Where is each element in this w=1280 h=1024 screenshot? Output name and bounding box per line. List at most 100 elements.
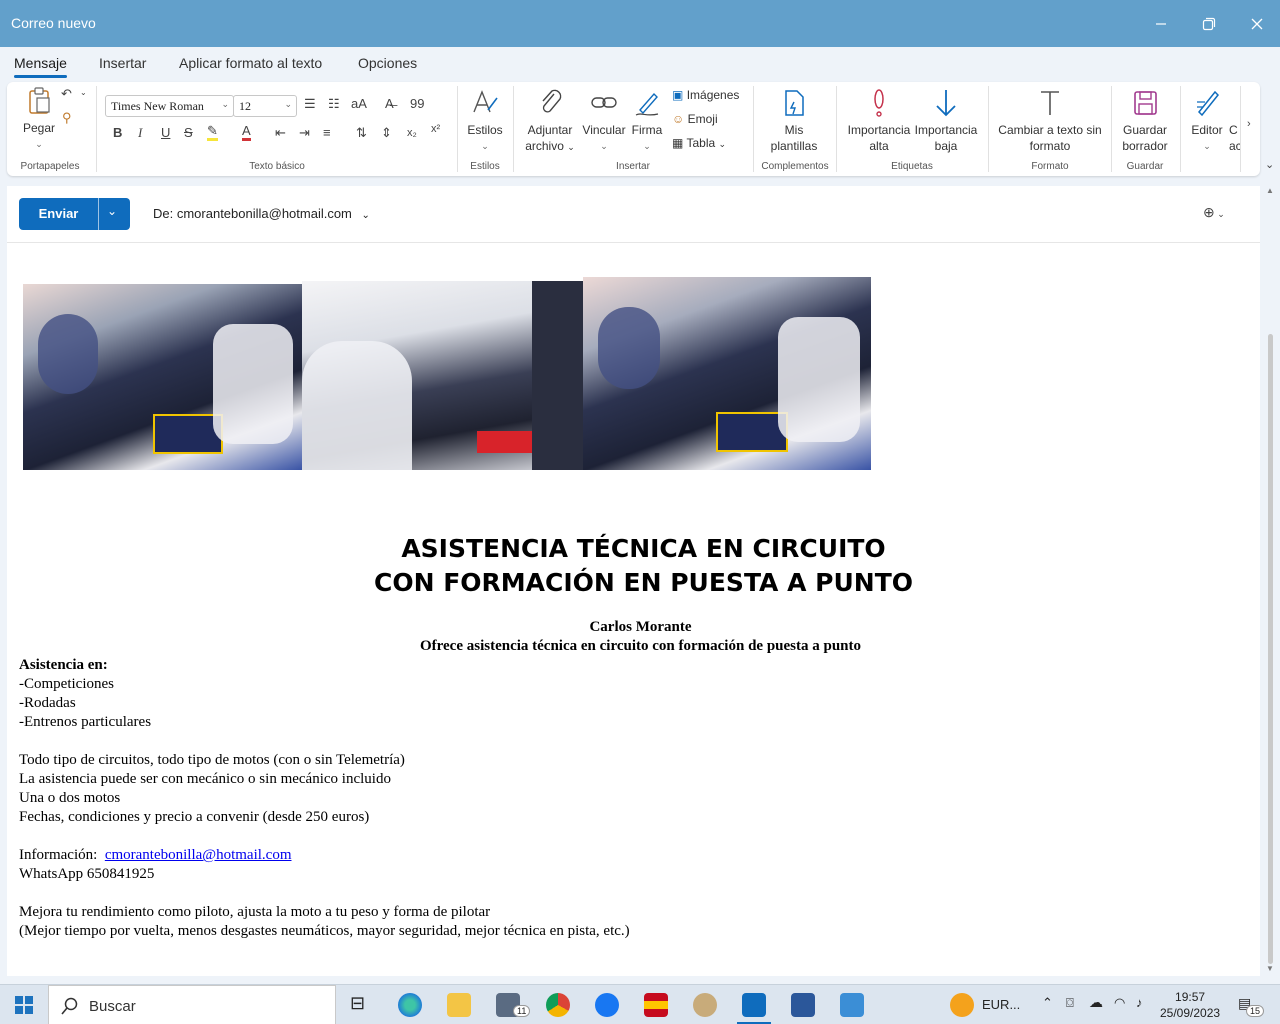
minimize-button[interactable] [1146, 10, 1176, 38]
bullets-icon[interactable]: ☰ [304, 96, 316, 112]
undo-dropdown-icon[interactable]: ⌄ [80, 88, 87, 97]
format-painter-icon[interactable]: ⚲ [62, 110, 72, 126]
separator [988, 86, 989, 172]
paragraph-spacing-icon[interactable]: ⇕ [381, 125, 392, 141]
attach-file-button[interactable]: Adjuntar archivo ⌄ [520, 88, 580, 155]
emoji-button[interactable]: ☺ Emoji [672, 112, 718, 126]
tab-insertar[interactable]: Insertar [99, 55, 146, 71]
editor-pen-icon [1197, 90, 1220, 117]
paperclip-icon [542, 89, 562, 113]
separator [753, 86, 754, 172]
edge-icon[interactable] [398, 993, 422, 1017]
italic-icon[interactable]: I [138, 125, 142, 141]
images-button[interactable]: ▣ Imágenes [672, 88, 739, 102]
outdent-icon[interactable]: ⇤ [275, 125, 286, 141]
styles-button[interactable]: Estilos ⌄ [464, 88, 506, 154]
clock-date: 25/09/2023 [1160, 1006, 1221, 1020]
cloud-icon[interactable]: ☁ [1089, 994, 1103, 1011]
mechanic-figure [532, 281, 583, 470]
restore-button[interactable] [1194, 10, 1224, 38]
high-importance-button[interactable]: Importancia alta [845, 88, 913, 154]
list-item: -Rodadas [19, 695, 76, 711]
chevron-right-icon[interactable]: › [1247, 118, 1251, 130]
spain-flag-icon[interactable] [644, 993, 668, 1017]
tab-opciones[interactable]: Opciones [358, 55, 417, 71]
table-icon: ▦ [672, 136, 684, 150]
taskbar-search[interactable]: Buscar [48, 985, 336, 1024]
facebook-icon[interactable] [595, 993, 619, 1017]
font-size-select[interactable]: 12 ⌄ [233, 95, 297, 117]
mechanic-figure [778, 317, 860, 442]
plain-text-button[interactable]: Cambiar a texto sin formato [995, 88, 1105, 154]
paste-button[interactable]: Pegar ⌄ [15, 86, 63, 152]
subscript-icon[interactable]: x₂ [407, 127, 417, 139]
line-spacing-icon[interactable]: ⇅ [356, 125, 367, 141]
outlook-icon[interactable] [742, 993, 766, 1017]
volume-icon[interactable]: ♪ [1136, 995, 1143, 1010]
image-icon: ▣ [672, 88, 684, 102]
align-icon[interactable]: ≡ [323, 125, 331, 140]
link-button[interactable]: Vincular ⌄ [580, 88, 628, 154]
close-button[interactable] [1242, 10, 1272, 38]
group-portapapeles: Portapapeles [20, 161, 80, 172]
save-draft-button[interactable]: Guardar borrador [1115, 88, 1175, 154]
weather-icon[interactable] [950, 993, 974, 1017]
templates-button[interactable]: Mis plantillas [759, 88, 829, 154]
chevron-down-icon: ⌄ [643, 141, 651, 151]
headline-line-2: CON FORMACIÓN EN PUESTA A PUNTO [373, 568, 914, 597]
file-explorer-icon[interactable] [447, 993, 471, 1017]
scroll-down-icon[interactable]: ▼ [1266, 964, 1274, 973]
zoom-icon[interactable]: ⊕ ⌄ [1203, 204, 1225, 221]
from-field[interactable]: De: cmorantebonilla@hotmail.com ⌄ [153, 206, 370, 221]
font-name-select[interactable]: Times New Roman ⌄ [105, 95, 234, 117]
ribbon-expand-chevron-icon[interactable]: ⌄ [1265, 158, 1274, 171]
separator [836, 86, 837, 172]
tab-mensaje[interactable]: Mensaje [14, 55, 67, 78]
font-color-icon[interactable]: A [242, 124, 251, 141]
send-options-chevron-icon[interactable]: ⌄ [107, 204, 117, 218]
quote-icon[interactable]: 99 [410, 96, 424, 111]
signature-button[interactable]: Firma ⌄ [627, 88, 667, 154]
bold-icon[interactable]: B [113, 125, 122, 140]
low-importance-button[interactable]: Importancia baja [912, 88, 980, 154]
table-button[interactable]: ▦ Tabla ⌄ [672, 136, 726, 150]
numbering-icon[interactable]: ☷ [328, 96, 340, 112]
mechanic-figure [302, 341, 412, 470]
scroll-up-icon[interactable]: ▲ [1266, 186, 1274, 195]
link-icon [591, 97, 617, 108]
task-view-icon[interactable]: ⊟ [350, 993, 374, 1017]
from-label: De: cmorantebonilla@hotmail.com [153, 206, 352, 221]
exclamation-icon [874, 89, 884, 117]
email-link[interactable]: cmorantebonilla@hotmail.com [105, 847, 292, 863]
chevron-up-icon[interactable]: ⌃ [1042, 995, 1053, 1011]
underline-icon[interactable]: U [161, 125, 170, 140]
windows-start-icon[interactable] [15, 996, 33, 1014]
photos-icon[interactable] [840, 993, 864, 1017]
chevron-down-icon: ⌄ [221, 99, 229, 109]
window-title: Correo nuevo [11, 15, 96, 31]
clock[interactable]: 19:57 25/09/2023 [1160, 989, 1220, 1021]
send-button[interactable]: Enviar ⌄ [19, 198, 130, 230]
superscript-icon[interactable]: x² [431, 123, 440, 135]
weather-label[interactable]: EUR... [982, 997, 1020, 1012]
device-icon[interactable]: ⌼ [1066, 995, 1074, 1011]
vertical-scrollbar[interactable]: ▲ ▼ [1265, 186, 1275, 976]
undo-icon[interactable]: ↶ [61, 86, 72, 102]
word-icon[interactable] [791, 993, 815, 1017]
highlight-icon[interactable]: ✎ [207, 124, 218, 141]
group-formato: Formato [1031, 161, 1069, 172]
tab-aplicar-formato[interactable]: Aplicar formato al texto [179, 55, 322, 71]
strikethrough-icon[interactable]: S [184, 125, 193, 140]
paint-icon[interactable] [693, 993, 717, 1017]
font-size-aa-icon[interactable]: aA [351, 96, 367, 111]
detail-line: Todo tipo de circuitos, todo tipo de mot… [19, 752, 405, 768]
wifi-icon[interactable]: ◠ [1114, 995, 1125, 1011]
email-headline: ASISTENCIA TÉCNICA EN CIRCUITO CON FORMA… [7, 532, 1260, 600]
indent-icon[interactable]: ⇥ [299, 125, 310, 141]
scrollbar-thumb[interactable] [1268, 334, 1273, 964]
emoji-icon: ☺ [672, 112, 685, 126]
chrome-icon[interactable] [546, 993, 570, 1017]
editor-button[interactable]: Editor ⌄ [1185, 88, 1229, 154]
close-icon [1251, 18, 1263, 30]
clear-format-icon[interactable]: A̶ [385, 96, 394, 111]
